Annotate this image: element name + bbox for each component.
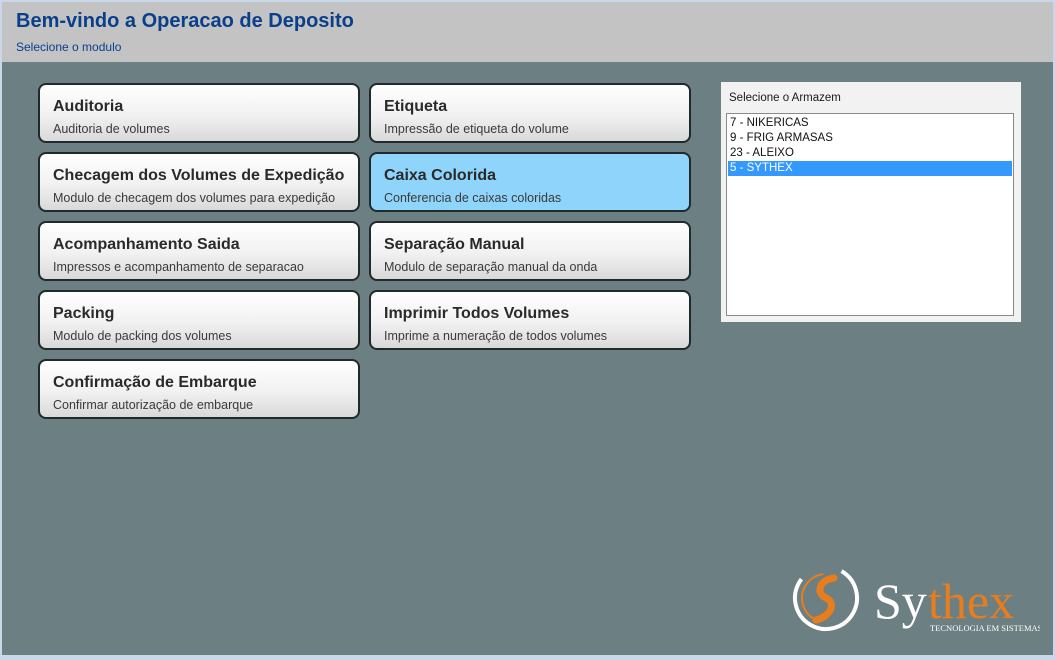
module-title: Acompanhamento Saida xyxy=(53,236,240,253)
module-tile-imprimir-todos-volumes[interactable]: Imprimir Todos Volumes Imprime a numeraç… xyxy=(369,290,691,350)
module-description: Impressão de etiqueta do volume xyxy=(384,122,569,136)
module-title: Separação Manual xyxy=(384,236,525,253)
module-title: Confirmação de Embarque xyxy=(53,374,257,391)
module-description: Modulo de separação manual da onda xyxy=(384,260,598,274)
module-description: Auditoria de volumes xyxy=(53,122,170,136)
page-subtitle: Selecione o modulo xyxy=(16,40,122,54)
warehouse-panel: Selecione o Armazem 7 - NIKERICAS 9 - FR… xyxy=(721,82,1021,322)
module-description: Impressos e acompanhamento de separacao xyxy=(53,260,304,274)
module-tile-checagem-volumes[interactable]: Checagem dos Volumes de Expedição Modulo… xyxy=(38,152,360,212)
module-title: Etiqueta xyxy=(384,98,448,115)
header-bar: Bem-vindo a Operacao de Deposito Selecio… xyxy=(2,2,1053,62)
page-title: Bem-vindo a Operacao de Deposito xyxy=(16,10,354,32)
module-description: Modulo de checagem dos volumes para expe… xyxy=(53,191,336,205)
module-title: Caixa Colorida xyxy=(384,167,497,184)
logo-tagline: TECNOLOGIA EM SISTEMAS xyxy=(930,623,1040,633)
module-tile-packing[interactable]: Packing Modulo de packing dos volumes xyxy=(38,290,360,350)
module-description: Imprime a numeração de todos volumes xyxy=(384,329,608,343)
module-tile-confirmacao-embarque[interactable]: Confirmação de Embarque Confirmar autori… xyxy=(38,359,360,419)
module-description: Confirmar autorização de embarque xyxy=(53,398,254,412)
sythex-logo: Sy thex TECNOLOGIA EM SISTEMAS xyxy=(793,565,1040,633)
warehouse-label: Selecione o Armazem xyxy=(729,92,841,104)
warehouse-option[interactable]: 23 - ALEIXO xyxy=(728,146,1012,161)
module-tile-separacao-manual[interactable]: Separação Manual Modulo de separação man… xyxy=(369,221,691,281)
module-title: Auditoria xyxy=(53,98,124,115)
logo-text-sy: Sy xyxy=(874,573,927,629)
module-description: Conferencia de caixas coloridas xyxy=(384,191,562,205)
logo-text-thex: thex xyxy=(928,573,1014,629)
module-tile-auditoria[interactable]: Auditoria Auditoria de volumes xyxy=(38,83,360,143)
module-title: Imprimir Todos Volumes xyxy=(384,305,570,322)
module-title: Checagem dos Volumes de Expedição xyxy=(53,167,345,184)
module-tile-caixa-colorida[interactable]: Caixa Colorida Conferencia de caixas col… xyxy=(369,152,691,212)
module-description: Modulo de packing dos volumes xyxy=(53,329,232,343)
module-tile-etiqueta[interactable]: Etiqueta Impressão de etiqueta do volume xyxy=(369,83,691,143)
warehouse-listbox[interactable]: 7 - NIKERICAS 9 - FRIG ARMASAS 23 - ALEI… xyxy=(726,113,1014,316)
module-title: Packing xyxy=(53,305,115,322)
module-tile-acompanhamento-saida[interactable]: Acompanhamento Saida Impressos e acompan… xyxy=(38,221,360,281)
app-window: Bem-vindo a Operacao de Deposito Selecio… xyxy=(2,2,1053,655)
warehouse-option[interactable]: 7 - NIKERICAS xyxy=(728,116,1012,131)
warehouse-option-selected[interactable]: 5 - SYTHEX xyxy=(728,161,1012,176)
warehouse-option[interactable]: 9 - FRIG ARMASAS xyxy=(728,131,1012,146)
